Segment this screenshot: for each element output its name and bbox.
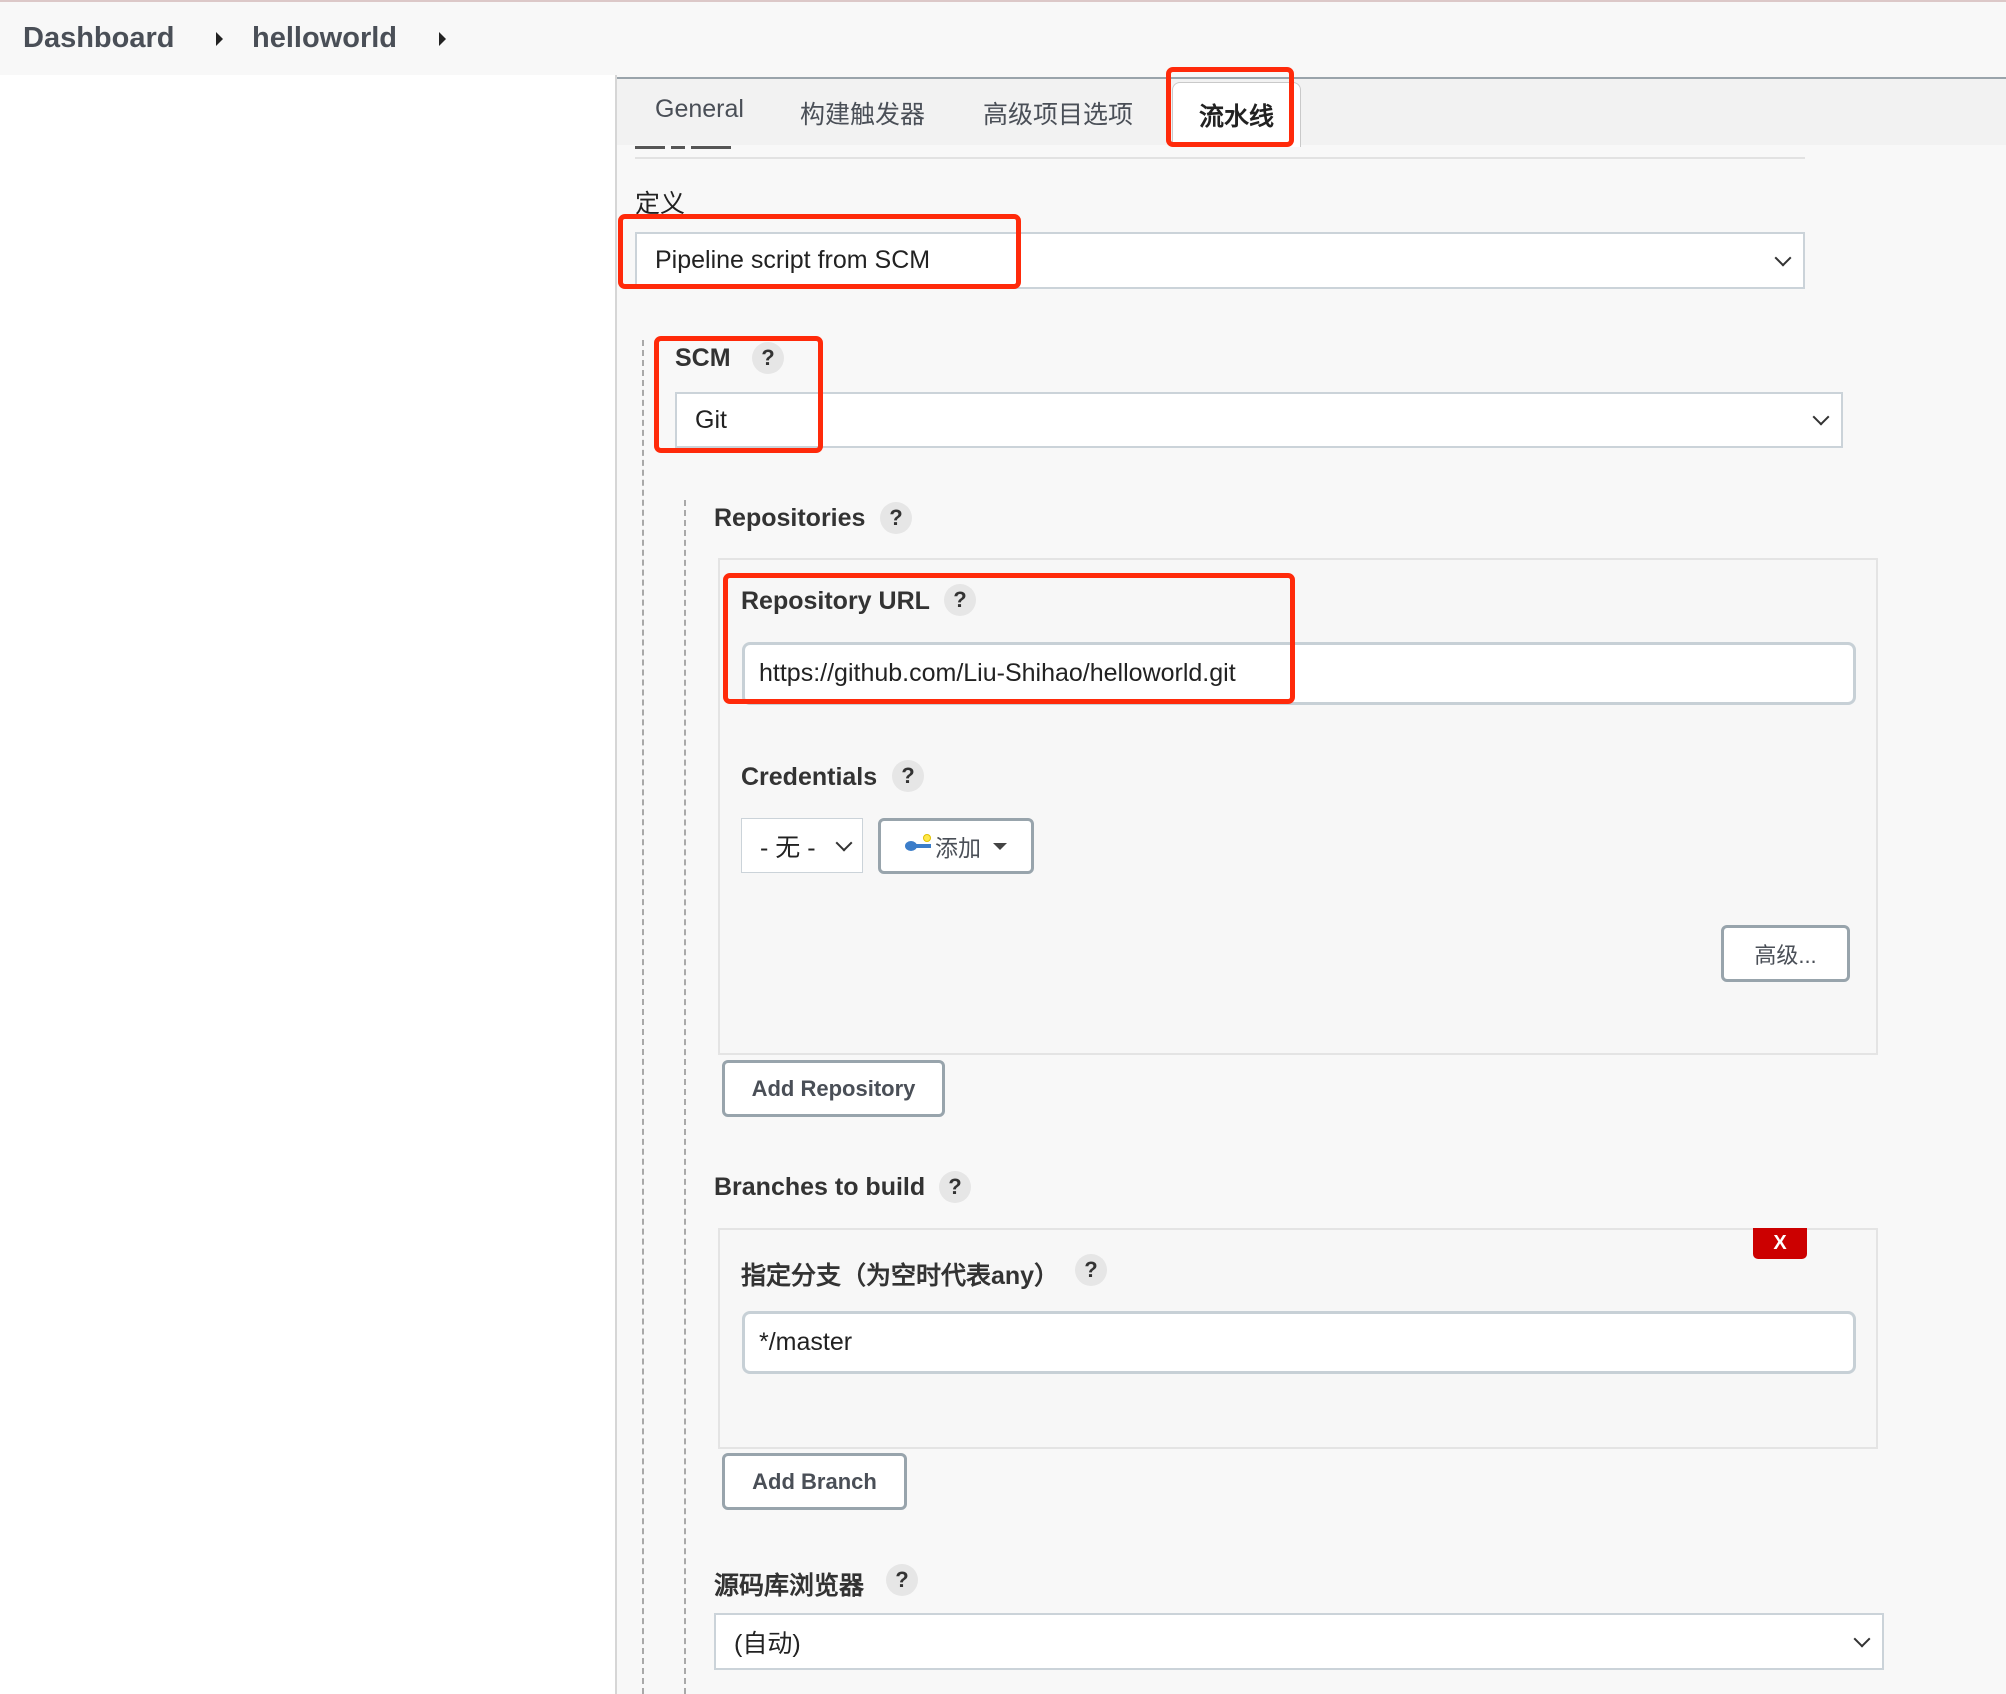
definition-select-value: Pipeline script from SCM — [655, 246, 931, 274]
breadcrumb: Dashboard helloworld — [0, 2, 2006, 75]
credentials-select[interactable]: - 无 - — [741, 818, 863, 873]
tab-build-triggers[interactable]: 构建触发器 — [800, 95, 925, 131]
scm-label: SCM — [675, 344, 731, 372]
branches-label: Branches to build — [714, 1173, 926, 1201]
repositories-label: Repositories — [714, 504, 866, 532]
divider — [635, 157, 1805, 159]
help-icon[interactable]: ? — [944, 584, 976, 616]
repository-url-value: https://github.com/Liu-Shihao/helloworld… — [759, 659, 1236, 687]
repository-url-label: Repository URL — [741, 587, 930, 615]
tab-general[interactable]: General — [655, 95, 744, 124]
tab-bar: General 构建触发器 高级项目选项 流水线 — [617, 77, 2006, 147]
breadcrumb-chevron-icon[interactable] — [439, 32, 446, 46]
scm-section-guide — [642, 340, 644, 1694]
credentials-label: Credentials — [741, 763, 878, 791]
repository-url-input[interactable]: https://github.com/Liu-Shihao/helloworld… — [742, 642, 1856, 705]
help-icon[interactable]: ? — [752, 342, 784, 374]
advanced-button[interactable]: 高级... — [1721, 925, 1850, 982]
breadcrumb-helloworld[interactable]: helloworld — [252, 22, 397, 55]
delete-branch-button[interactable]: X — [1753, 1228, 1807, 1259]
branch-specifier-input[interactable]: */master — [742, 1311, 1856, 1374]
add-repository-button[interactable]: Add Repository — [722, 1060, 945, 1117]
help-icon[interactable]: ? — [939, 1171, 971, 1203]
repo-browser-select-value: (自动) — [734, 1629, 801, 1658]
add-credentials-label: 添加 — [935, 835, 981, 861]
definition-label: 定义 — [635, 190, 686, 218]
tab-pipeline[interactable]: 流水线 — [1172, 82, 1302, 147]
add-branch-button[interactable]: Add Branch — [722, 1453, 907, 1510]
tab-advanced-project-options[interactable]: 高级项目选项 — [983, 95, 1133, 131]
chevron-down-icon — [1812, 408, 1830, 426]
scm-select[interactable]: Git — [675, 392, 1843, 448]
help-icon[interactable]: ? — [1075, 1254, 1107, 1286]
help-icon[interactable]: ? — [880, 502, 912, 534]
chevron-down-icon — [1774, 249, 1792, 266]
help-icon[interactable]: ? — [892, 760, 924, 792]
repository-box — [718, 558, 1878, 1055]
sidebar — [0, 75, 615, 1694]
scm-select-value: Git — [695, 405, 727, 434]
branch-specifier-value: */master — [759, 1328, 853, 1356]
repo-browser-label: 源码库浏览器 — [714, 1572, 865, 1600]
chevron-down-icon — [835, 834, 853, 851]
help-icon[interactable]: ? — [886, 1564, 918, 1596]
branch-specifier-label: 指定分支（为空时代表any） — [741, 1262, 1060, 1290]
credentials-select-value: - 无 - — [760, 833, 816, 862]
git-section-guide — [684, 500, 686, 1694]
add-credentials-button[interactable]: 添加 — [878, 818, 1034, 874]
chevron-down-icon — [1853, 1630, 1871, 1647]
caret-down-icon — [993, 842, 1007, 850]
definition-select[interactable]: Pipeline script from SCM — [635, 232, 1805, 289]
repo-browser-select[interactable]: (自动) — [714, 1613, 1884, 1670]
key-icon — [905, 834, 933, 854]
breadcrumb-chevron-icon[interactable] — [216, 32, 223, 46]
breadcrumb-dashboard[interactable]: Dashboard — [23, 22, 174, 55]
